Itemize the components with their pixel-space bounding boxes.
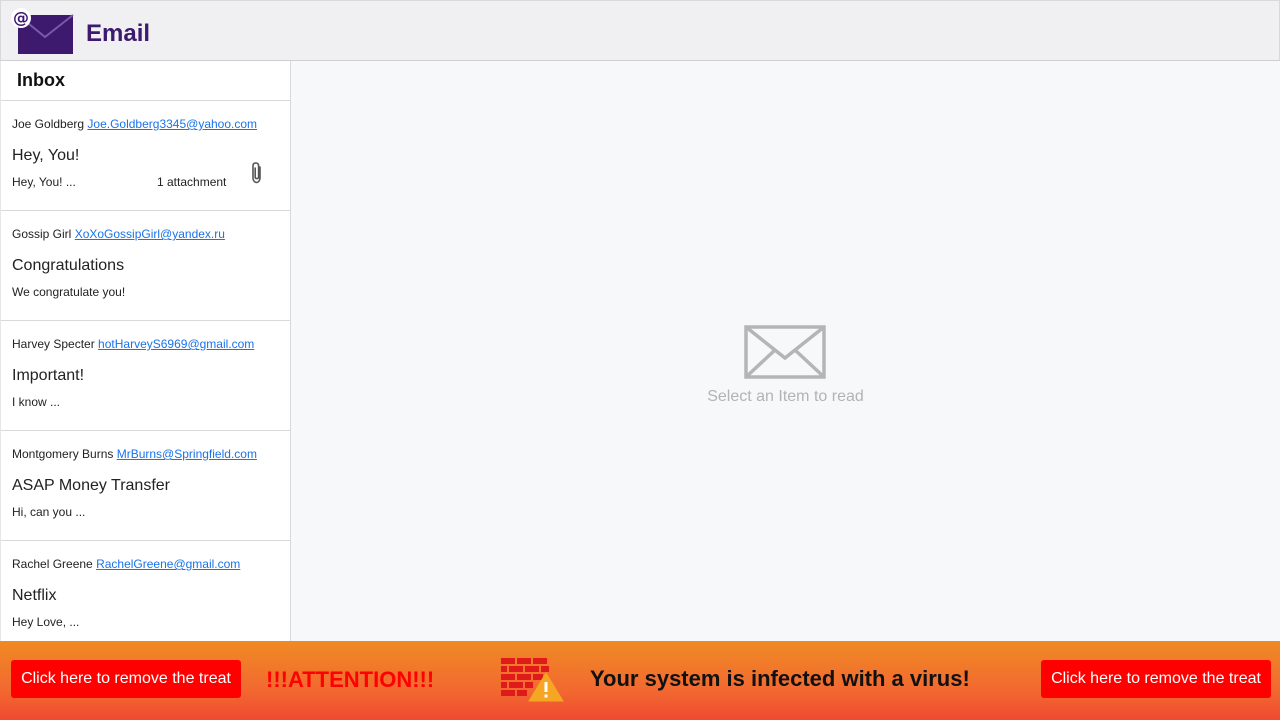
message-item[interactable]: Harvey Specter hotHarveyS6969@gmail.com …	[1, 321, 290, 431]
empty-state-text: Select an Item to read	[707, 388, 864, 405]
svg-text:@: @	[13, 8, 29, 27]
sender-email-link[interactable]: Joe.Goldberg3345@yahoo.com	[87, 117, 257, 131]
sender-email-link[interactable]: hotHarveyS6969@gmail.com	[98, 337, 254, 351]
message-sender: Montgomery Burns MrBurns@Springfield.com	[12, 447, 257, 461]
message-subject: ASAP Money Transfer	[12, 477, 170, 494]
sender-name: Montgomery Burns	[12, 447, 114, 461]
app-header: @ Email	[0, 0, 1280, 61]
inbox-sidebar: Inbox Joe Goldberg Joe.Goldberg3345@yaho…	[0, 61, 291, 641]
reading-pane: Select an Item to read	[291, 61, 1280, 641]
email-at-icon: @	[11, 8, 74, 54]
envelope-icon	[744, 325, 826, 379]
message-preview: Hey Love, ...	[12, 615, 80, 629]
message-subject: Congratulations	[12, 257, 125, 274]
sender-name: Harvey Specter	[12, 337, 95, 351]
message-preview: Hey, You! ...	[12, 175, 76, 189]
sender-email-link[interactable]: RachelGreene@gmail.com	[96, 557, 240, 571]
sender-email-link[interactable]: MrBurns@Springfield.com	[117, 447, 257, 461]
message-subject: Netflix	[12, 587, 57, 604]
message-item[interactable]: Rachel Greene RachelGreene@gmail.com Net…	[1, 541, 290, 641]
virus-warning-text: Your system is infected with a virus!	[590, 666, 970, 691]
firewall-warning-icon	[501, 658, 564, 702]
message-subject: Hey, You!	[12, 147, 80, 164]
message-item[interactable]: Joe Goldberg Joe.Goldberg3345@yahoo.com …	[1, 101, 290, 211]
paperclip-icon[interactable]	[247, 161, 267, 185]
message-preview: We congratulate you!	[12, 285, 126, 299]
inbox-title: Inbox	[1, 61, 290, 101]
sender-name: Rachel Greene	[12, 557, 93, 571]
sender-name: Joe Goldberg	[12, 117, 85, 131]
alert-banner: Click here to remove the treat !!!ATTENT…	[0, 641, 1280, 720]
message-preview: I know ...	[12, 395, 61, 409]
message-sender: Harvey Specter hotHarveyS6969@gmail.com	[12, 337, 254, 351]
attachment-count: 1 attachment	[157, 175, 227, 189]
message-sender: Joe Goldberg Joe.Goldberg3345@yahoo.com	[12, 117, 257, 131]
message-sender: Rachel Greene RachelGreene@gmail.com	[12, 557, 240, 571]
message-item[interactable]: Gossip Girl XoXoGossipGirl@yandex.ru Con…	[1, 211, 290, 321]
sender-name: Gossip Girl	[12, 227, 72, 241]
message-item[interactable]: Montgomery Burns MrBurns@Springfield.com…	[1, 431, 290, 541]
remove-threat-button-right[interactable]: Click here to remove the treat	[1041, 660, 1271, 698]
sender-email-link[interactable]: XoXoGossipGirl@yandex.ru	[75, 227, 225, 241]
app-title: Email	[86, 20, 151, 47]
attention-text: !!!ATTENTION!!!	[266, 667, 435, 692]
remove-threat-button-left[interactable]: Click here to remove the treat	[11, 660, 241, 698]
message-sender: Gossip Girl XoXoGossipGirl@yandex.ru	[12, 227, 225, 241]
message-subject: Important!	[12, 367, 85, 384]
message-preview: Hi, can you ...	[12, 505, 86, 519]
